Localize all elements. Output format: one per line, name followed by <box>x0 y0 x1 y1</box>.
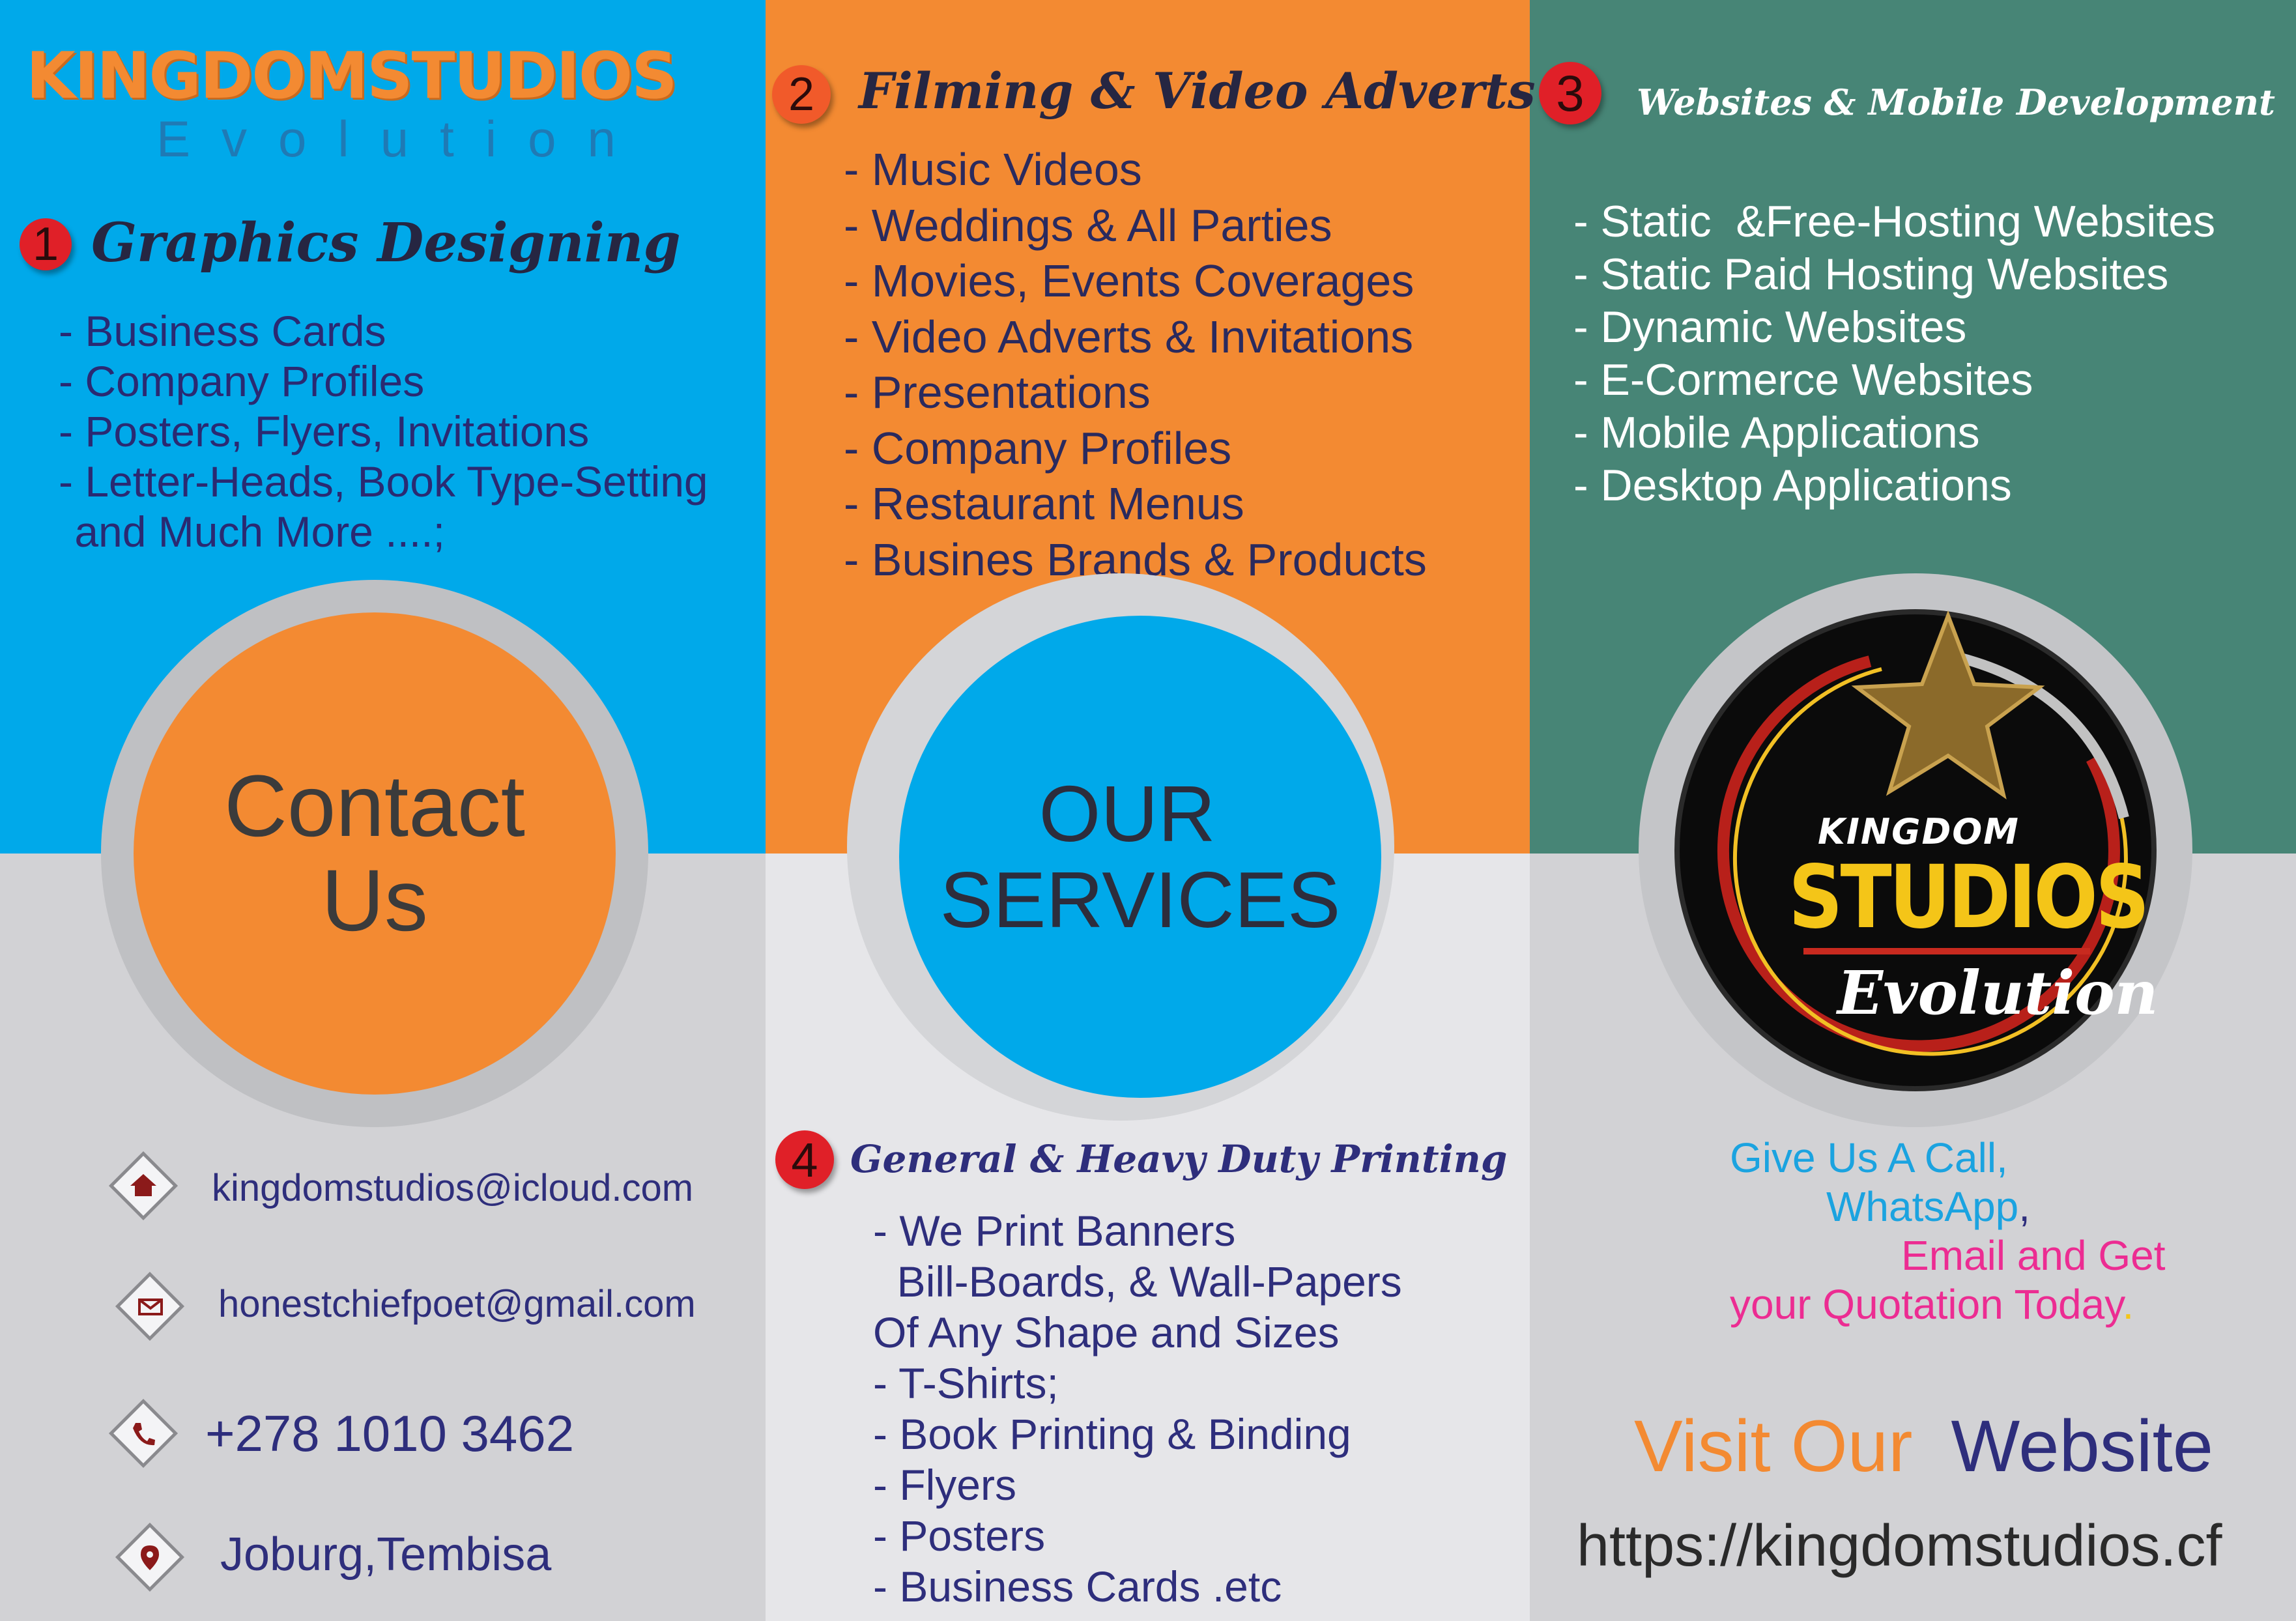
list-item: - Weddings & All Parties <box>844 199 1332 251</box>
contact-email-1[interactable]: kingdomstudios@icloud.com <box>212 1166 693 1210</box>
list-item: - Static &Free-Hosting Websites <box>1573 197 2216 246</box>
list-item: - We Print Banners <box>873 1207 1236 1255</box>
services-circle-label: OUR SERVICES <box>899 616 1381 1098</box>
mail-icon[interactable] <box>111 1267 189 1345</box>
services-line1: OUR <box>1039 769 1216 858</box>
section4-number: 4 <box>775 1130 834 1189</box>
cta-line2-suffix: , <box>2018 1183 2031 1230</box>
list-item: - Mobile Applications <box>1573 408 1980 457</box>
list-item: - Presentations <box>844 367 1151 418</box>
list-item: - Dynamic Websites <box>1573 302 1967 352</box>
logo-top: KINGDOM <box>1818 811 2020 852</box>
section1-number: 1 <box>20 218 72 270</box>
contact-line1: Contact <box>224 758 525 855</box>
home-icon[interactable] <box>104 1147 182 1225</box>
section1-title: Graphics Designing <box>91 212 681 274</box>
list-item: - Desktop Applications <box>1573 461 2012 510</box>
list-item: Of Any Shape and Sizes <box>873 1308 1340 1356</box>
phone-icon[interactable] <box>104 1394 182 1472</box>
list-item: - Business Cards .etc <box>873 1562 1282 1611</box>
cta-line4-wrap: your Quotation Today. <box>1730 1280 2134 1328</box>
location-pin-icon[interactable] <box>111 1518 189 1596</box>
list-item: - Music Videos <box>844 144 1142 195</box>
list-item: - Posters, Flyers, Invitations <box>59 407 590 455</box>
section4-list: - We Print Banners Bill-Boards, & Wall-P… <box>873 1205 1402 1612</box>
list-item: - Letter-Heads, Book Type-Setting <box>59 457 708 506</box>
list-item: - Video Adverts & Invitations <box>844 311 1414 362</box>
list-item: - Book Printing & Binding <box>873 1410 1351 1458</box>
cta-line1: Give Us A Call, <box>1730 1134 2008 1181</box>
list-item: - Company Profiles <box>59 357 425 405</box>
list-item: - Static Paid Hosting Websites <box>1573 250 2169 299</box>
brand-name: KINGDOMSTUDIOS <box>26 39 678 113</box>
cta-line4-suffix: . <box>2122 1281 2134 1328</box>
list-item: - Business Cards <box>59 307 386 355</box>
list-item: - E-Cormerce Websites <box>1573 355 2033 405</box>
cta-line3: Email and Get <box>1901 1232 2166 1279</box>
contact-circle-label: Contact Us <box>134 612 616 1095</box>
contact-location: Joburg,Tembisa <box>220 1528 552 1581</box>
logo-middle: STUDIOS <box>1788 847 2149 949</box>
website-heading: Visit Our Website <box>1634 1404 2213 1488</box>
visit-label: Visit Our <box>1634 1405 1913 1487</box>
cta-line2-wrap: WhatsApp, <box>1826 1183 2030 1231</box>
star-icon <box>1851 610 2045 800</box>
section1-list: - Business Cards - Company Profiles - Po… <box>59 306 708 557</box>
list-item: - Restaurant Menus <box>844 478 1244 529</box>
list-item: - Flyers <box>873 1461 1016 1509</box>
section3-number: 3 <box>1539 62 1601 124</box>
list-item: - Company Profiles <box>844 422 1232 474</box>
section2-number: 2 <box>772 65 831 124</box>
list-item: - T-Shirts; <box>873 1359 1059 1407</box>
list-item: - Posters <box>873 1512 1046 1560</box>
website-label: Website <box>1951 1405 2214 1487</box>
services-line2: SERVICES <box>940 855 1341 944</box>
logo-bottom: Evolution <box>1837 958 2159 1028</box>
section3-list: - Static &Free-Hosting Websites - Static… <box>1573 195 2215 512</box>
contact-line2: Us <box>321 852 428 949</box>
section2-list: - Music Videos - Weddings & All Parties … <box>844 142 1427 588</box>
section2-title: Filming & Video Adverts <box>859 62 1536 120</box>
list-item: Bill-Boards, & Wall-Papers <box>873 1257 1402 1306</box>
website-url[interactable]: https://kingdomstudios.cf <box>1577 1513 2222 1580</box>
contact-email-2[interactable]: honestchiefpoet@gmail.com <box>218 1282 696 1326</box>
cta-line2: WhatsApp <box>1826 1183 2019 1230</box>
list-item: - Movies, Events Coverages <box>844 255 1414 306</box>
list-item: and Much More ....; <box>63 508 445 556</box>
section4-title: General & Heavy Duty Printing <box>850 1137 1508 1181</box>
cta-line4: your Quotation Today <box>1730 1281 2123 1328</box>
logo-underline <box>1803 948 2090 954</box>
contact-phone[interactable]: +278 1010 3462 <box>205 1404 574 1463</box>
section3-title: Websites & Mobile Development <box>1637 81 2275 123</box>
brand-tagline: Evolution <box>156 110 647 167</box>
